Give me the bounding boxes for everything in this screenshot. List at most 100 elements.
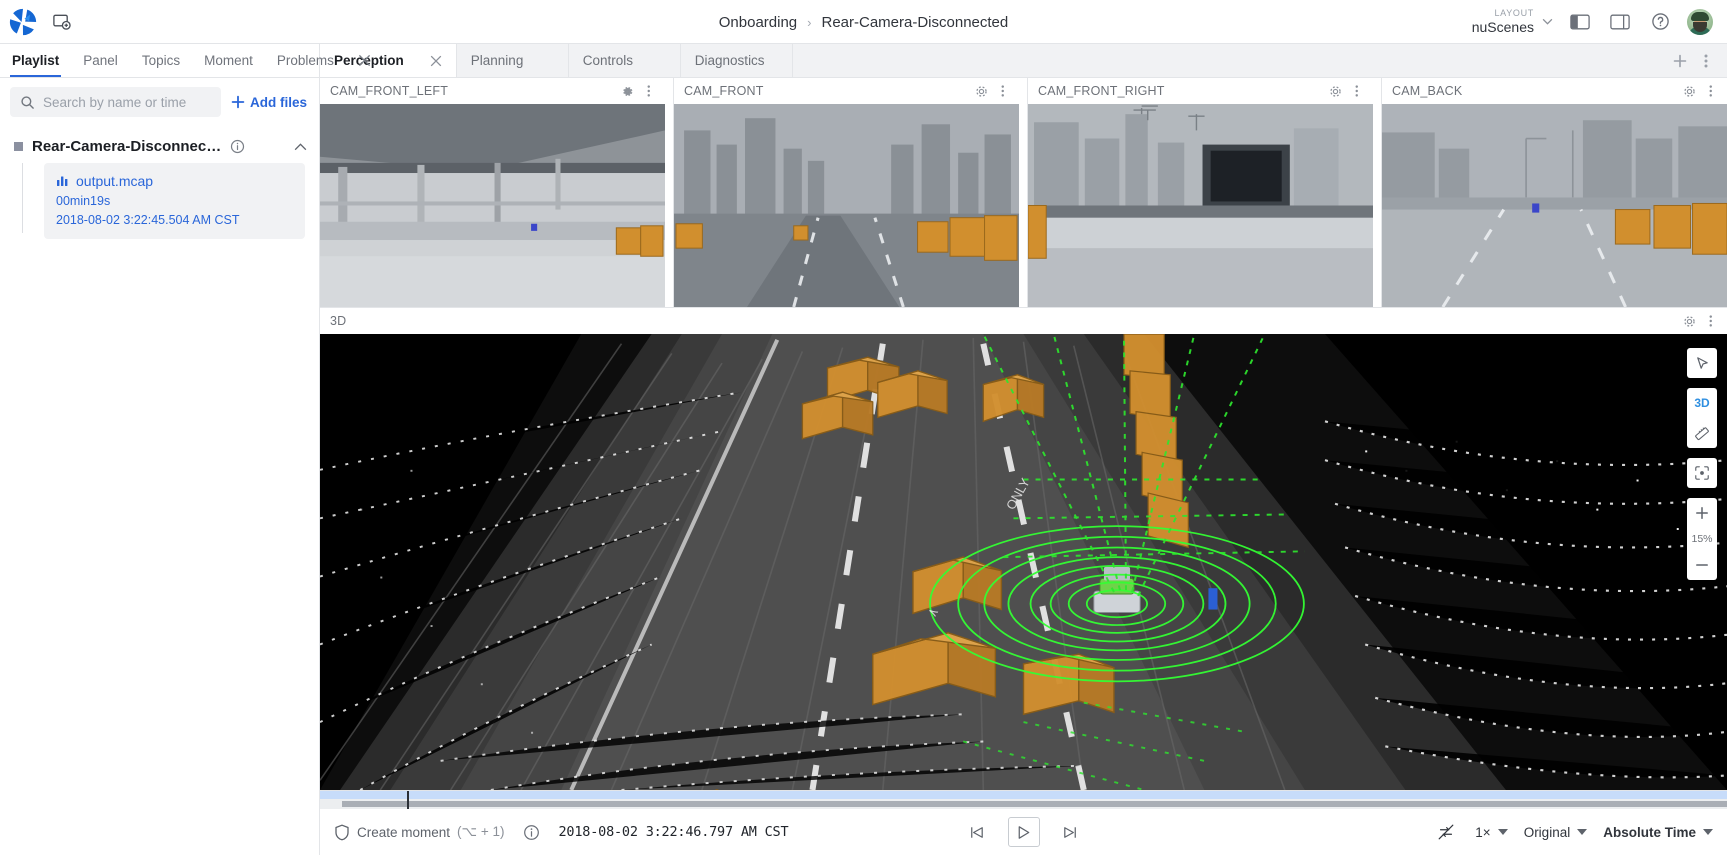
playback-speed-dropdown[interactable]: 1×	[1475, 824, 1508, 840]
measure-tool[interactable]	[1687, 418, 1717, 448]
sidebar-tabs: Playlist Panel Topics Moment Problems	[0, 44, 370, 78]
camera-image[interactable]	[674, 104, 1019, 307]
camera-image[interactable]	[1028, 104, 1373, 307]
gear-icon[interactable]	[1681, 83, 1697, 99]
3d-viewport[interactable]: ONLY ٨ 3D 15%	[320, 334, 1727, 790]
user-avatar[interactable]	[1687, 8, 1713, 35]
tab-planning[interactable]: Planning	[457, 44, 569, 77]
camera-image[interactable]	[320, 104, 665, 307]
panel-title: CAM_FRONT_LEFT	[330, 84, 449, 98]
pointer-tool[interactable]	[1687, 348, 1717, 378]
recenter-tool[interactable]	[1687, 458, 1717, 488]
3d-tool-group-mode: 3D	[1687, 388, 1717, 448]
zoom-out-button[interactable]	[1687, 550, 1717, 580]
panel-title: CAM_BACK	[1392, 84, 1463, 98]
create-moment-button[interactable]: Create moment (⌥ + 1)	[334, 824, 505, 841]
plus-icon[interactable]	[1669, 50, 1691, 72]
help-circle-icon[interactable]	[1647, 9, 1673, 35]
more-vertical-icon[interactable]	[1349, 83, 1365, 99]
more-vertical-icon[interactable]	[1703, 83, 1719, 99]
right-sidebar-toggle-icon[interactable]	[1607, 9, 1633, 35]
3d-mode-toggle[interactable]: 3D	[1687, 388, 1717, 418]
search-input[interactable]	[43, 94, 211, 110]
playback-right: 1× Original Absolute Time	[1433, 819, 1713, 845]
panel-header-icons	[1681, 83, 1719, 99]
panel-3d: 3D ONLY ٨ 3D 15%	[320, 307, 1727, 790]
tab-diagnostics-label: Diagnostics	[694, 53, 765, 68]
panel-cam-back: CAM_BACK	[1381, 78, 1727, 307]
topbar-left	[0, 7, 74, 37]
sidebar-tab-playlist[interactable]: Playlist	[0, 44, 71, 77]
avatar-hair	[1691, 11, 1709, 21]
sidebar-tab-panel[interactable]: Panel	[71, 44, 130, 77]
chevron-up-icon[interactable]	[294, 142, 307, 151]
skip-previous-icon[interactable]	[964, 819, 990, 845]
sidebar: Playlist Panel Topics Moment Problems Se…	[0, 44, 370, 855]
top-bar: Onboarding › Rear-Camera-Disconnected LA…	[0, 0, 1727, 44]
camera-image[interactable]	[1382, 104, 1727, 307]
sidebar-search-row: Add files	[0, 78, 319, 126]
add-files-button[interactable]: Add files	[231, 95, 307, 110]
sidebar-tab-moment[interactable]: Moment	[192, 44, 265, 77]
gear-icon[interactable]	[619, 83, 635, 99]
sidebar-tab-topics[interactable]: Topics	[130, 44, 192, 77]
left-sidebar-toggle-icon[interactable]	[1567, 9, 1593, 35]
more-vertical-icon[interactable]	[641, 83, 657, 99]
playlist-file-item[interactable]: output.mcap 00min19s 2018-08-02 3:22:45.…	[44, 163, 305, 239]
more-vertical-icon[interactable]	[1703, 313, 1719, 329]
play-button[interactable]	[1007, 817, 1040, 847]
quality-dropdown[interactable]: Original	[1524, 825, 1588, 840]
panel-header: CAM_BACK	[1382, 78, 1727, 104]
time-mode-dropdown[interactable]: Absolute Time	[1603, 825, 1713, 840]
add-panel-icon[interactable]	[48, 9, 74, 35]
close-icon[interactable]	[430, 55, 442, 67]
panel-header-icons	[1327, 83, 1365, 99]
repeat-off-icon[interactable]	[1433, 819, 1459, 845]
gear-icon[interactable]	[1681, 313, 1697, 329]
breadcrumb-current[interactable]: Rear-Camera-Disconnected	[822, 14, 1009, 31]
more-vertical-icon[interactable]	[995, 83, 1011, 99]
3d-tool-group-recenter	[1687, 458, 1717, 488]
timeline-buffered	[342, 801, 1727, 807]
group-color-swatch	[14, 142, 23, 151]
quality-value: Original	[1523, 824, 1571, 840]
tab-controls[interactable]: Controls	[569, 44, 681, 77]
layout-selector[interactable]: LAYOUT nuScenes	[1472, 8, 1553, 35]
content-area: Perception Planning Controls Diagnostics	[320, 44, 1727, 855]
close-sidebar-icon[interactable]	[346, 44, 383, 77]
chevron-down-icon	[1577, 829, 1588, 835]
playback-speed-value: 1×	[1475, 824, 1491, 840]
plus-icon	[231, 95, 245, 109]
info-circle-icon[interactable]	[230, 139, 245, 154]
gear-icon[interactable]	[1327, 83, 1343, 99]
zoom-in-button[interactable]	[1687, 498, 1717, 528]
gear-icon[interactable]	[973, 83, 989, 99]
more-vertical-icon[interactable]	[1695, 50, 1717, 72]
3d-tool-group-zoom: 15%	[1687, 498, 1717, 580]
main-area: Playlist Panel Topics Moment Problems Se…	[0, 44, 1727, 855]
panel-header-3d: 3D	[320, 308, 1727, 334]
sidebar-tab-problems[interactable]: Problems	[265, 44, 346, 77]
panel-header: CAM_FRONT_LEFT	[320, 78, 665, 104]
tab-bar-actions	[1669, 44, 1727, 77]
panel-header-icons	[1681, 313, 1719, 329]
avatar-beard	[1693, 21, 1707, 32]
search-box[interactable]	[10, 87, 221, 117]
panel-header-icons	[973, 83, 1011, 99]
shield-icon	[334, 824, 350, 841]
add-files-label: Add files	[249, 94, 307, 110]
foxglove-logo[interactable]	[8, 7, 38, 37]
create-moment-label: Create moment	[357, 824, 451, 840]
playlist-group-header[interactable]: Rear-Camera-Disconnec…	[0, 126, 319, 163]
sidebar-tab-moment-label: Moment	[204, 53, 253, 68]
timeline-scrubber[interactable]	[320, 791, 1727, 815]
mcap-file-icon	[56, 174, 70, 188]
current-timestamp: 2018-08-02 3:22:46.797 AM CST	[558, 824, 789, 840]
skip-next-icon[interactable]	[1058, 819, 1084, 845]
tab-diagnostics[interactable]: Diagnostics	[681, 44, 793, 77]
breadcrumb-root[interactable]: Onboarding	[719, 14, 797, 31]
panel-header: CAM_FRONT	[674, 78, 1019, 104]
timeline[interactable]	[320, 790, 1727, 815]
panel-title: CAM_FRONT	[684, 84, 764, 98]
info-circle-icon[interactable]	[519, 819, 545, 845]
